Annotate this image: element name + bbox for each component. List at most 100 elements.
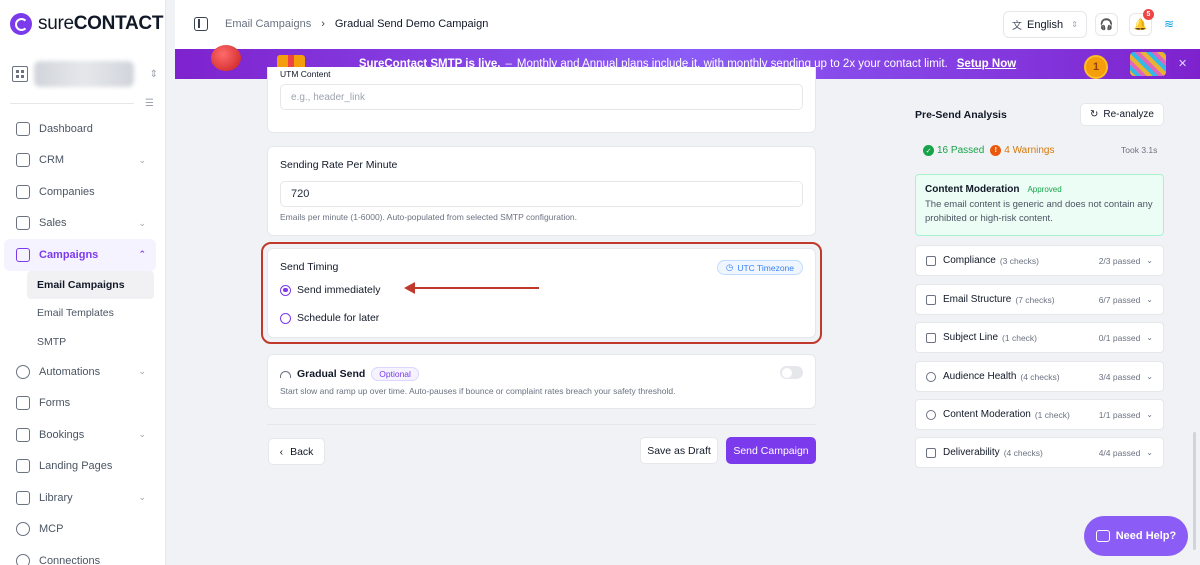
annotation-arrow-head-icon [404,282,415,294]
sidebar-item-sales[interactable]: Sales ⌄ [4,208,156,240]
analysis-title: Pre-Send Analysis [915,109,1007,121]
actions-divider [267,424,816,425]
chevron-left-icon: ‹ [279,445,284,458]
sidebar-item-bookings[interactable]: Bookings ⌄ [4,419,156,451]
utm-content-label: UTM Content [280,69,331,79]
sidebar-item-dashboard[interactable]: Dashboard [4,113,156,145]
chevron-down-icon: ⌄ [1146,372,1153,381]
send-campaign-button[interactable]: Send Campaign [726,437,816,464]
sidebar-divider [10,103,134,104]
scrollbar[interactable] [1193,432,1196,550]
sidebar-subitem-email-templates[interactable]: Email Templates [27,299,154,328]
sending-rate-label: Sending Rate Per Minute [280,159,398,171]
gradual-send-help: Start slow and ramp up over time. Auto-p… [280,386,676,396]
text-icon [926,332,936,343]
sidebar-item-label: Automations [39,365,101,378]
shield-icon [926,409,936,420]
sidebar-item-label: Bookings [39,428,85,441]
workspace-name-redacted [34,61,134,87]
contact-card-icon [16,153,30,168]
check-group-count: (7 checks) [1015,294,1055,305]
reanalyze-button[interactable]: ↻ Re-analyze [1080,103,1164,126]
close-icon[interactable]: ✕ [1178,57,1187,70]
sidebar-subitem-label: Email Campaigns [37,278,125,291]
check-group-deliverability[interactable]: Deliverability (4 checks) 4/4 passed ⌄ [915,437,1164,468]
workspace-switcher[interactable]: ⇕ [12,60,158,88]
check-circle-icon: ✓ [923,145,934,156]
check-group-email-structure[interactable]: Email Structure (7 checks) 6/7 passed ⌄ [915,284,1164,315]
check-group-compliance[interactable]: Compliance (3 checks) 2/3 passed ⌄ [915,245,1164,276]
gradual-send-label: Gradual Send [297,368,366,380]
chevron-down-icon: ⌄ [1146,410,1153,419]
sidebar-item-label: Connections [39,554,101,565]
balloon-illustration [211,45,241,71]
save-draft-button[interactable]: Save as Draft [640,437,718,464]
sidebar-item-mcp[interactable]: MCP [4,514,156,546]
sidebar-item-campaigns[interactable]: Campaigns ⌃ [4,239,156,271]
analysis-duration: Took 3.1s [1121,145,1158,155]
breadcrumb-separator-icon: › [321,18,325,30]
gradual-send-toggle[interactable] [780,366,803,379]
sending-rate-input[interactable]: 720 [280,181,803,207]
users-icon [926,371,936,382]
breadcrumb: Email Campaigns › Gradual Send Demo Camp… [225,18,488,30]
sidebar-item-library[interactable]: Library ⌄ [4,482,156,514]
gradual-send-card: Gradual Send Optional Start slow and ram… [267,354,816,409]
check-group-name: Email Structure [943,294,1012,305]
content-moderation-summary: Content Moderation Approved The email con… [915,174,1164,236]
chat-icon [1095,530,1110,542]
language-select[interactable]: 文 English ⇕ [1003,11,1087,38]
panel-toggle-icon[interactable] [194,17,208,31]
need-help-button[interactable]: Need Help? [1084,516,1188,556]
sidebar-item-connections[interactable]: Connections [4,545,156,565]
sidebar-item-companies[interactable]: Companies [4,176,156,208]
check-group-audience-health[interactable]: Audience Health (4 checks) 3/4 passed ⌄ [915,361,1164,392]
reanalyze-label: Re-analyze [1103,109,1154,120]
megaphone-icon [16,247,30,262]
sidebar-item-label: Sales [39,217,67,230]
annotation-highlight-box [261,242,822,344]
logo-text-part: sure [38,13,74,34]
sidebar-subitem-email-campaigns[interactable]: Email Campaigns [27,270,154,299]
sidebar: sureCONTACT ⇕ ☰ Dashboard CRM ⌄ Companies… [0,0,166,565]
moderation-title-text: Content Moderation [925,184,1020,195]
support-headset-icon[interactable]: 🎧 [1095,13,1118,36]
breadcrumb-email-campaigns[interactable]: Email Campaigns [225,18,311,30]
check-group-content-moderation[interactable]: Content Moderation (1 check) 1/1 passed ⌄ [915,399,1164,430]
sidebar-item-crm[interactable]: CRM ⌄ [4,145,156,177]
sidebar-item-automations[interactable]: Automations ⌄ [4,356,156,388]
sidebar-item-forms[interactable]: Forms [4,388,156,420]
language-value: English [1027,18,1064,31]
optional-badge: Optional [371,367,419,381]
banner-setup-link[interactable]: Setup Now [957,58,1016,70]
sidebar-item-label: Landing Pages [39,460,113,473]
need-help-label: Need Help? [1115,530,1177,542]
check-group-name: Audience Health [943,371,1017,382]
app-logo[interactable]: sureCONTACT [10,13,163,35]
passed-label: 16 Passed [937,145,985,156]
sidebar-subitem-smtp[interactable]: SMTP [27,328,154,357]
top-bar: Email Campaigns › Gradual Send Demo Camp… [175,0,1200,50]
form-icon [16,396,30,411]
sidebar-collapse-icon[interactable]: ☰ [145,98,159,110]
back-button[interactable]: ‹ Back [268,438,325,465]
check-group-result: 2/3 passed [1098,255,1141,266]
chevron-down-icon: ⌄ [1146,448,1153,457]
sidebar-item-landing-pages[interactable]: Landing Pages [4,451,156,483]
briefcase-icon [16,216,30,231]
chevron-down-icon: ⌄ [1146,256,1153,265]
notifications-bell-icon[interactable]: 🔔 5 [1129,9,1154,36]
check-group-subject-line[interactable]: Subject Line (1 check) 0/1 passed ⌄ [915,322,1164,353]
check-group-result: 3/4 passed [1098,371,1141,382]
analysis-summary: ✓ 16 Passed ! 4 Warnings [923,145,1054,156]
logo-mark-icon [10,13,32,35]
check-group-count: (1 check) [1034,409,1070,420]
logo-text-bold: CONTACT [73,13,164,34]
moderation-text: The email content is generic and does no… [925,199,1153,224]
dashboard-icon [16,121,30,136]
check-group-result: 4/4 passed [1098,447,1141,458]
chevron-down-icon: ⌄ [138,217,146,228]
brand-stack-icon[interactable]: ≋ [1164,18,1176,30]
check-group-name: Subject Line [943,332,999,343]
utm-content-input[interactable]: e.g., header_link [280,84,803,110]
